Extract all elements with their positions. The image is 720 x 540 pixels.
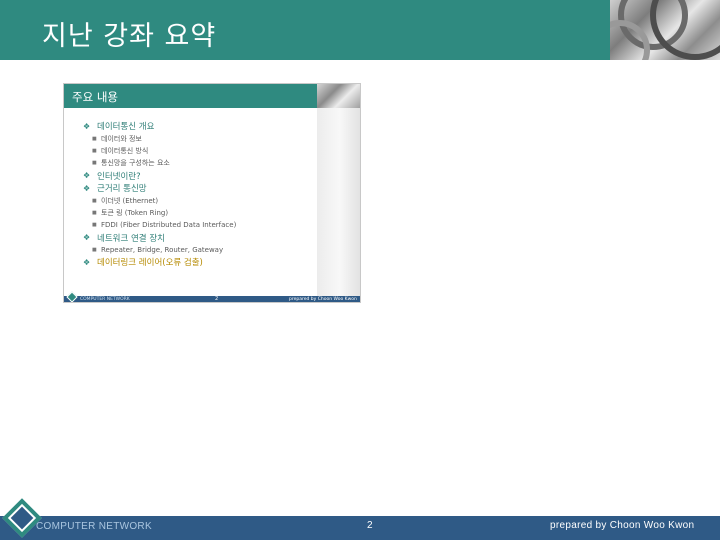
- outline-item-highlighted: ❖ 데이터링크 레이어(오류 검출): [83, 257, 203, 269]
- outline-item: ❖ 네트워크 연결 장치: [83, 233, 165, 244]
- diamond-bullet-icon: ❖: [83, 121, 91, 131]
- diamond-bullet-icon: ❖: [83, 171, 91, 181]
- outline-subitem: ■ 이더넷 (Ethernet): [92, 196, 159, 205]
- thumbnail-header: 주요 내용: [64, 84, 317, 108]
- diamond-bullet-icon: ❖: [83, 233, 91, 243]
- outline-item: ❖ 인터넷이란?: [83, 171, 141, 182]
- outline-subitem: ■ 토큰 링 (Token Ring): [92, 208, 169, 217]
- outline-subitem: ■ Repeater, Bridge, Router, Gateway: [92, 245, 224, 254]
- square-bullet-icon: ■: [92, 160, 97, 167]
- thumbnail-footer: COMPUTER NETWORK 2 prepared by Choon Woo…: [64, 291, 360, 302]
- outline-item: ❖ 데이터통신 개요: [83, 121, 155, 133]
- square-bullet-icon: ■: [92, 197, 97, 204]
- slide-header: 지난 강좌 요약: [0, 0, 720, 60]
- square-bullet-icon: ■: [92, 209, 97, 216]
- square-bullet-icon: ■: [92, 135, 97, 142]
- square-bullet-icon: ■: [92, 246, 97, 253]
- square-bullet-icon: ■: [92, 147, 97, 154]
- diamond-logo-icon: [66, 291, 78, 302]
- header-decorative-image: [610, 0, 720, 60]
- thumbnail-side-panel: [317, 108, 360, 296]
- thumbnail-decorative-image: [317, 84, 360, 108]
- outline-subitem: ■ 데이터와 정보: [92, 134, 142, 143]
- square-bullet-icon: ■: [92, 222, 97, 229]
- outline-subitem: ■ FDDI (Fiber Distributed Data Interface…: [92, 221, 237, 230]
- footer-page-number: 2: [367, 520, 373, 531]
- footer-author: prepared by Choon Woo Kwon: [550, 520, 695, 531]
- slide-title: 지난 강좌 요약: [42, 21, 217, 52]
- slide-thumbnail: 주요 내용 ❖ 데이터통신 개요 ■ 데이터와 정보 ■ 데이터통신 방식 ■ …: [63, 83, 361, 303]
- footer-course-name: COMPUTER NETWORK: [36, 521, 152, 532]
- thumbnail-outline-list: ❖ 데이터통신 개요 ■ 데이터와 정보 ■ 데이터통신 방식 ■ 통신망을 구…: [83, 120, 315, 269]
- diamond-bullet-icon: ❖: [83, 257, 91, 267]
- outline-subitem: ■ 통신망을 구성하는 요소: [92, 159, 170, 168]
- thumbnail-title: 주요 내용: [72, 90, 118, 104]
- outline-subitem: ■ 데이터통신 방식: [92, 146, 149, 155]
- diamond-bullet-icon: ❖: [83, 183, 91, 193]
- outline-item: ❖ 근거리 통신망: [83, 183, 147, 195]
